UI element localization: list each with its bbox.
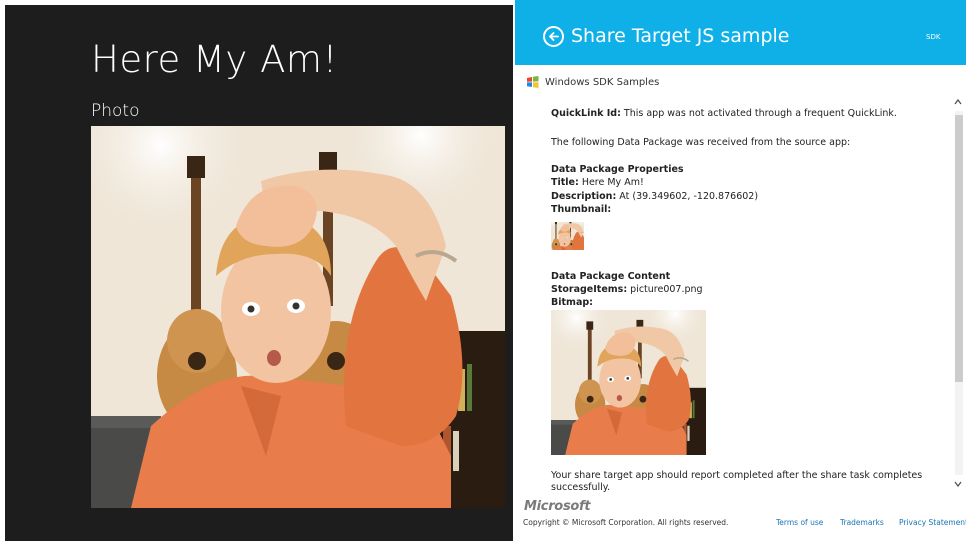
props-heading: Data Package Properties [551,164,684,175]
description-line: Description: At (39.349602, -120.876602) [551,191,758,203]
left-app-area: Here My Am! Photo [5,5,513,541]
received-text: The following Data Package was received … [551,137,851,148]
photo-label: Photo [91,101,140,121]
title-line: Title: Here My Am! [551,177,644,189]
report-text: Your share target app should report comp… [551,470,923,493]
copyright-text: Copyright © Microsoft Corporation. All r… [523,518,729,527]
scroll-down-icon[interactable] [953,479,963,489]
scroll-up-icon[interactable] [953,97,963,107]
quicklink-value: This app was not activated through a fre… [623,108,897,119]
terms-of-use-link[interactable]: Terms of use [776,518,823,527]
thumbnail-label: Thumbnail: [551,204,612,215]
footer: Copyright © Microsoft Corporation. All r… [515,516,966,530]
bitmap-image [551,310,706,455]
share-pane: Share Target JS sample SDK Windows SDK S… [515,0,966,546]
brand-text: Windows SDK Samples [545,77,660,88]
description-label: Description: [551,191,617,202]
bitmap-label: Bitmap: [551,297,593,308]
thumbnail-image [551,222,584,250]
storage-line: StorageItems: picture007.png [551,284,703,296]
back-button[interactable] [543,26,564,47]
scroll-thumb[interactable] [955,115,963,382]
share-title: Share Target JS sample [571,25,790,47]
windows-logo-icon [527,76,539,88]
title-label: Title: [551,177,579,188]
trademarks-link[interactable]: Trademarks [840,518,884,527]
app-title: Here My Am! [91,38,338,81]
microsoft-logo: Microsoft [524,499,591,514]
content-scroll-area[interactable]: QuickLink Id: This app was not activated… [515,95,966,497]
quicklink-line: QuickLink Id: This app was not activated… [551,108,897,120]
content-heading: Data Package Content [551,271,671,282]
description-value: At (39.349602, -120.876602) [619,191,759,202]
privacy-statement-link[interactable]: Privacy Statement [899,518,966,527]
share-header: Share Target JS sample SDK [515,0,966,65]
photo-image [91,126,505,508]
storage-label: StorageItems: [551,284,628,295]
quicklink-label: QuickLink Id: [551,108,621,119]
storage-value: picture007.png [630,284,703,295]
sdk-label: SDK [926,33,941,41]
vertical-scrollbar[interactable] [950,95,966,497]
title-value: Here My Am! [581,177,644,188]
back-arrow-icon [549,32,559,41]
